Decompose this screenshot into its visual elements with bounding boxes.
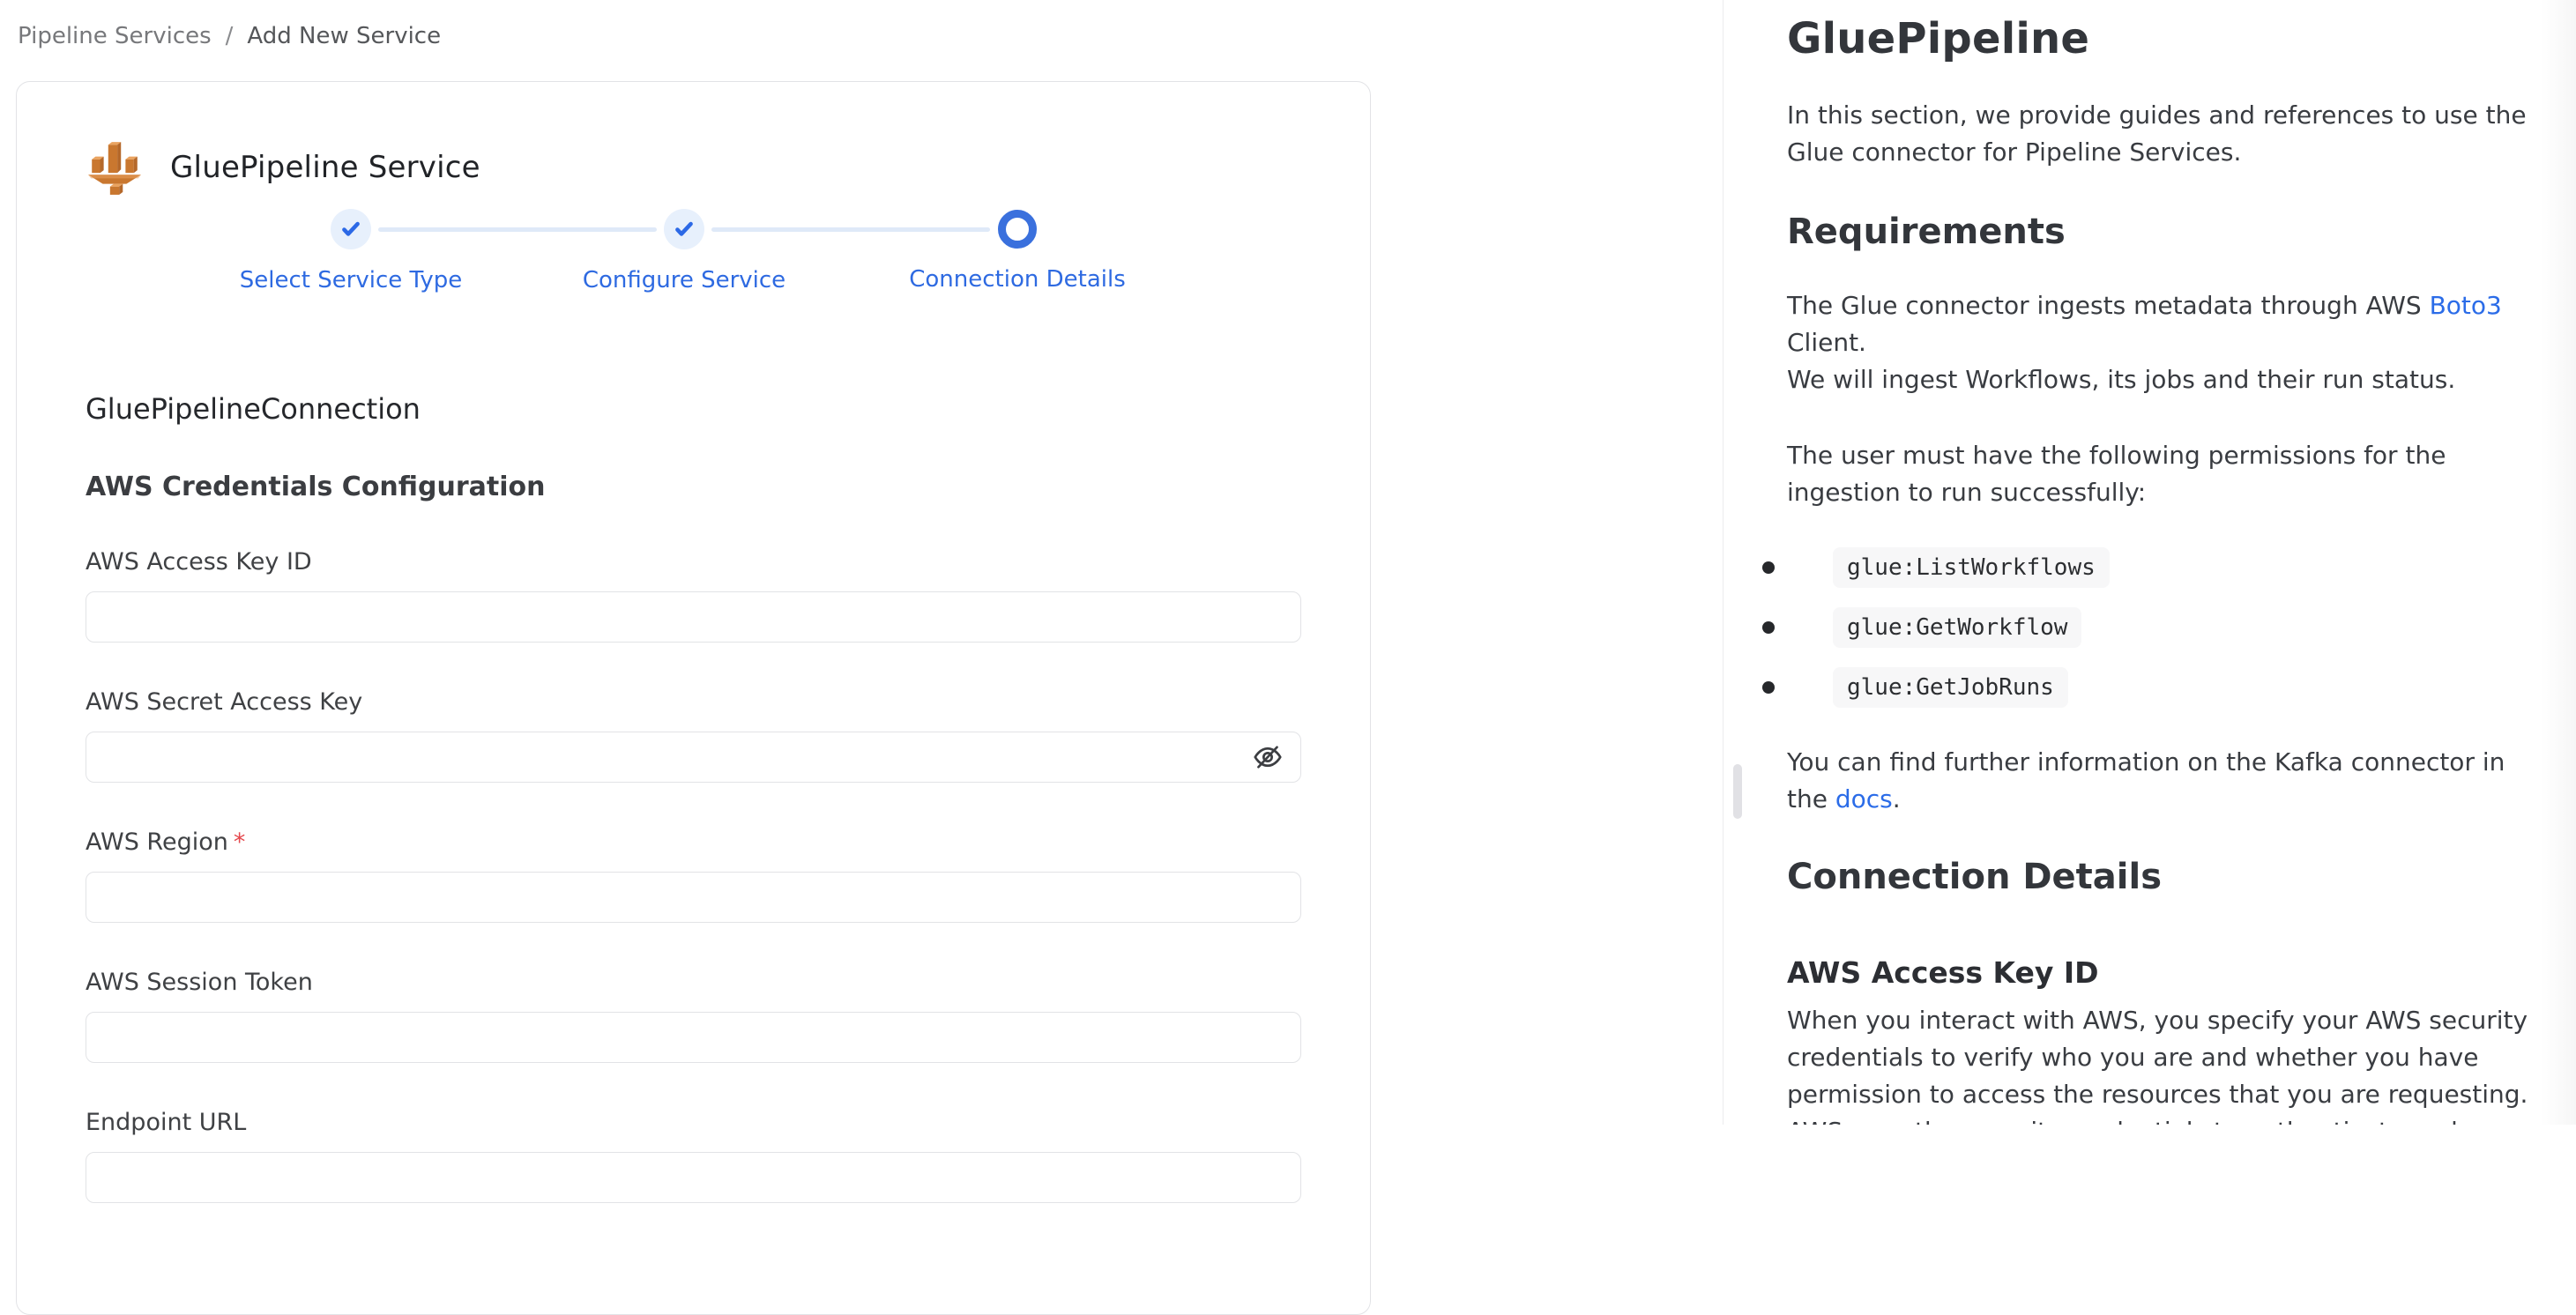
field-label: AWS Region*	[86, 828, 245, 856]
aws-session-token-input[interactable]	[86, 1012, 1301, 1063]
list-item: glue:GetWorkflow	[1762, 605, 2537, 650]
field-endpoint-url: Endpoint URL	[86, 1109, 1299, 1203]
endpoint-url-input[interactable]	[86, 1152, 1301, 1203]
connection-name-heading: GluePipelineConnection	[86, 392, 1299, 426]
docs-title: GluePipeline	[1787, 14, 2537, 63]
boto3-link[interactable]: Boto3	[2430, 291, 2502, 320]
breadcrumb-separator: /	[226, 23, 234, 49]
step-connector-line	[378, 227, 657, 232]
step-configure-service[interactable]: Configure Service	[517, 209, 851, 293]
card-header: GluePipeline Service	[86, 138, 1299, 197]
add-service-card: GluePipeline Service Select Service Type…	[16, 81, 1371, 1315]
glue-service-icon	[86, 138, 144, 197]
step-label: Connection Details	[909, 266, 1126, 293]
field-aws-session-token: AWS Session Token	[86, 969, 1299, 1063]
field-label: Endpoint URL	[86, 1109, 246, 1136]
field-label: AWS Secret Access Key	[86, 688, 362, 716]
aws-region-input[interactable]	[86, 872, 1301, 923]
list-item: glue:GetJobRuns	[1762, 665, 2537, 710]
aws-access-key-id-input[interactable]	[86, 591, 1301, 643]
aws-secret-access-key-input[interactable]	[86, 732, 1301, 783]
further-info-paragraph: You can find further information on the …	[1787, 744, 2537, 818]
step-current-circle	[998, 210, 1037, 249]
permission-code: glue:GetWorkflow	[1833, 607, 2081, 648]
card-title: GluePipeline Service	[170, 150, 480, 185]
field-label: AWS Session Token	[86, 969, 313, 996]
field-label: AWS Access Key ID	[86, 548, 312, 576]
requirements-heading: Requirements	[1787, 212, 2537, 252]
connection-details-heading: Connection Details	[1787, 857, 2537, 897]
aws-credentials-heading: AWS Credentials Configuration	[86, 472, 1299, 502]
field-aws-secret-access-key: AWS Secret Access Key	[86, 688, 1299, 783]
boto-paragraph: The Glue connector ingests metadata thro…	[1787, 287, 2537, 398]
step-label: Select Service Type	[240, 267, 463, 293]
check-icon	[673, 218, 696, 241]
step-completed-circle	[331, 209, 371, 249]
breadcrumb-pipeline-services[interactable]: Pipeline Services	[18, 23, 212, 49]
field-aws-access-key-id: AWS Access Key ID	[86, 548, 1299, 643]
access-key-id-heading: AWS Access Key ID	[1787, 955, 2537, 990]
wizard-stepper: Select Service Type Configure Service Co…	[184, 209, 1184, 323]
permission-code: glue:ListWorkflows	[1833, 547, 2110, 588]
required-asterisk: *	[234, 828, 246, 856]
docs-scrollbar-thumb[interactable]	[1733, 764, 1742, 819]
step-label: Configure Service	[583, 267, 785, 293]
docs-intro: In this section, we provide guides and r…	[1787, 97, 2537, 171]
breadcrumb: Pipeline Services / Add New Service	[18, 23, 441, 49]
eye-off-icon	[1252, 741, 1284, 773]
permission-code: glue:GetJobRuns	[1833, 667, 2068, 708]
step-connector-line	[711, 227, 990, 232]
permissions-paragraph: The user must have the following permiss…	[1787, 437, 2537, 511]
field-aws-region: AWS Region*	[86, 828, 1299, 923]
step-select-service-type[interactable]: Select Service Type	[184, 209, 517, 293]
step-completed-circle	[664, 209, 704, 249]
toggle-password-visibility-button[interactable]	[1248, 738, 1287, 776]
step-connection-details[interactable]: Connection Details	[851, 209, 1184, 293]
docs-link[interactable]: docs	[1835, 784, 1893, 814]
access-key-paragraph: When you interact with AWS, you specify …	[1787, 1002, 2537, 1125]
list-item: glue:ListWorkflows	[1762, 545, 2537, 591]
permissions-list: glue:ListWorkflows glue:GetWorkflow glue…	[1762, 545, 2537, 710]
breadcrumb-add-new-service: Add New Service	[247, 23, 441, 49]
docs-panel: GluePipeline In this section, we provide…	[1723, 0, 2576, 1125]
check-icon	[339, 218, 362, 241]
